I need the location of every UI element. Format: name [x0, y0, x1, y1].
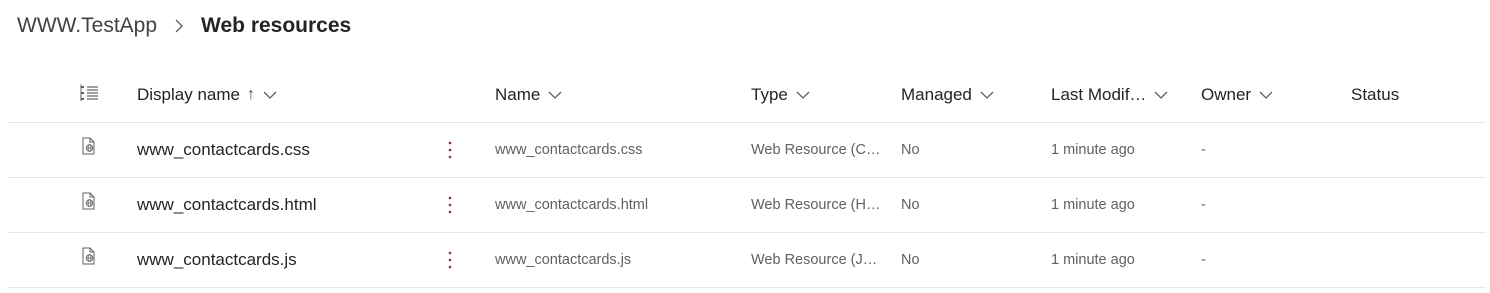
column-header-label: Managed	[901, 85, 972, 104]
table-row[interactable]: www_contactcards.css www_contactcards.cs…	[8, 123, 1486, 178]
chevron-down-icon	[548, 90, 562, 100]
name-cell: www_contactcards.html	[495, 197, 649, 213]
column-options-button[interactable]	[80, 68, 104, 122]
more-vertical-icon	[440, 135, 460, 165]
type-cell: Web Resource (H…	[751, 197, 881, 213]
web-resource-file-icon	[80, 136, 98, 156]
managed-cell: No	[901, 142, 920, 158]
type-cell: Web Resource (C…	[751, 142, 881, 158]
row-more-button[interactable]	[440, 178, 460, 232]
breadcrumb: WWW.TestApp Web resources	[17, 11, 351, 41]
column-options-icon	[80, 84, 100, 107]
chevron-down-icon	[796, 90, 810, 100]
table-row[interactable]: www_contactcards.js www_contactcards.js …	[8, 233, 1486, 288]
managed-cell: No	[901, 252, 920, 268]
column-header-managed[interactable]: Managed	[901, 68, 1041, 122]
row-more-button[interactable]	[440, 123, 460, 177]
managed-cell: No	[901, 197, 920, 213]
column-header-owner[interactable]: Owner	[1201, 68, 1341, 122]
row-icon-cell	[80, 119, 104, 173]
owner-cell: -	[1201, 142, 1206, 158]
display-name-cell[interactable]: www_contactcards.html	[137, 178, 427, 232]
web-resources-grid: Display name ↑ Name Type Managed Last Mo…	[8, 68, 1486, 288]
column-header-label: Name	[495, 85, 541, 104]
row-icon-cell	[80, 229, 104, 283]
status-cell	[1351, 178, 1471, 232]
last-modified-cell: 1 minute ago	[1051, 197, 1135, 213]
last-modified-cell: 1 minute ago	[1051, 142, 1135, 158]
more-vertical-icon	[440, 190, 460, 220]
table-row[interactable]: www_contactcards.html www_contactcards.h…	[8, 178, 1486, 233]
chevron-down-icon	[980, 90, 994, 100]
more-vertical-icon	[440, 245, 460, 275]
owner-cell: -	[1201, 252, 1206, 268]
web-resource-file-icon	[80, 191, 98, 211]
owner-cell: -	[1201, 197, 1206, 213]
column-header-display-name[interactable]: Display name ↑	[137, 68, 437, 122]
column-header-last-modified[interactable]: Last Modif…	[1051, 68, 1191, 122]
display-name-cell[interactable]: www_contactcards.css	[137, 123, 427, 177]
chevron-right-icon	[167, 14, 191, 38]
column-header-label: Last Modif…	[1051, 85, 1147, 104]
column-header-type[interactable]: Type	[751, 68, 891, 122]
display-name-cell[interactable]: www_contactcards.js	[137, 233, 427, 287]
column-header-label: Owner	[1201, 85, 1252, 104]
grid-header-row: Display name ↑ Name Type Managed Last Mo…	[8, 68, 1486, 123]
breadcrumb-root-link[interactable]: WWW.TestApp	[17, 14, 157, 38]
column-header-name[interactable]: Name	[495, 68, 725, 122]
status-cell	[1351, 123, 1471, 177]
column-header-label: Type	[751, 85, 788, 104]
row-more-button[interactable]	[440, 233, 460, 287]
type-cell: Web Resource (J…	[751, 252, 878, 268]
column-header-status[interactable]: Status	[1351, 68, 1471, 122]
sort-ascending-icon: ↑	[247, 86, 255, 103]
status-cell	[1351, 233, 1471, 287]
chevron-down-icon	[263, 90, 277, 100]
row-icon-cell	[80, 174, 104, 228]
last-modified-cell: 1 minute ago	[1051, 252, 1135, 268]
name-cell: www_contactcards.css	[495, 142, 643, 158]
page-title: Web resources	[201, 14, 352, 37]
name-cell: www_contactcards.js	[495, 252, 632, 268]
chevron-down-icon	[1154, 90, 1168, 100]
chevron-down-icon	[1259, 90, 1273, 100]
column-header-label: Display name	[137, 85, 240, 104]
web-resource-file-icon	[80, 246, 98, 266]
column-header-label: Status	[1351, 85, 1400, 104]
